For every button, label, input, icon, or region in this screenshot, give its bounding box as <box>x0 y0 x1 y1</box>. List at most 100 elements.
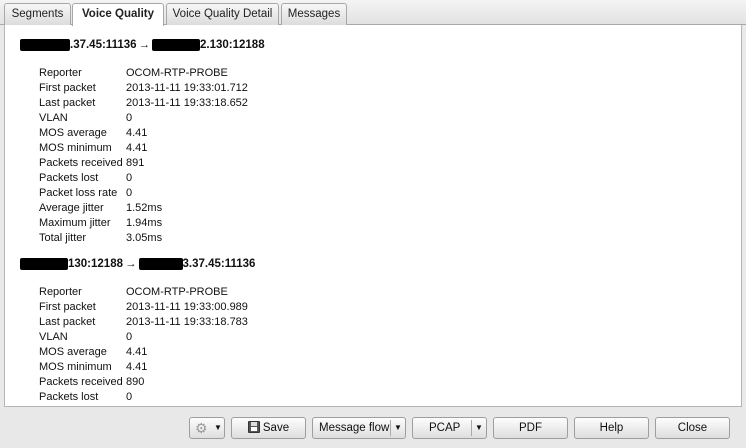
stat-label: First packet <box>39 82 96 94</box>
flow-stats: Reporter OCOM-RTP-PROBE First packet 2013-… <box>39 285 248 405</box>
redacted-address <box>138 258 183 270</box>
stat-row: Packets received 890 <box>39 375 248 390</box>
flow-destination: 2.130:12188 <box>200 39 265 51</box>
stat-value: 0 <box>126 112 133 124</box>
stat-label: Packets lost <box>39 172 99 184</box>
stat-row: MOS average 4.41 <box>39 126 248 141</box>
stat-label: MOS average <box>39 127 107 139</box>
stat-row: VLAN 0 <box>39 330 248 345</box>
flow-source: .37.45:11136 <box>70 39 137 51</box>
stat-value: 2013-11-11 19:33:01.712 <box>126 82 248 94</box>
stat-label: Average jitter <box>39 202 104 214</box>
stat-label: VLAN <box>39 112 68 124</box>
flow-destination: 3.37.45:11136 <box>182 258 256 270</box>
stat-label: Packets received <box>39 157 123 169</box>
tab-voice-quality[interactable]: Voice Quality <box>72 3 164 26</box>
redacted-address <box>152 39 201 51</box>
stat-row: Average jitter 1.52ms <box>39 201 248 216</box>
flow-title: 130:12188 → 3.37.45:11136 <box>20 258 255 270</box>
stat-value: 4.41 <box>126 346 148 358</box>
settings-menu-button[interactable]: ⚙ ▼ <box>189 417 225 439</box>
tab-bar: Segments Voice Quality Voice Quality Det… <box>0 0 746 26</box>
message-flow-button[interactable]: Message flow ▼ <box>312 417 406 439</box>
stat-label: Maximum jitter <box>39 217 111 229</box>
stat-row: Packets lost 0 <box>39 390 248 405</box>
stat-value: 890 <box>126 376 145 388</box>
stat-value: 2013-11-11 19:33:18.652 <box>126 97 248 109</box>
flow-source: 130:12188 <box>68 258 123 270</box>
message-flow-label: Message flow <box>319 422 390 434</box>
split-divider <box>471 420 472 436</box>
flow-arrow: → <box>138 39 151 51</box>
redacted-address <box>20 39 70 51</box>
tab-label: Voice Quality <box>81 8 154 20</box>
stat-label: Packets lost <box>39 391 99 403</box>
stat-value: 1.52ms <box>126 202 163 214</box>
stat-value: OCOM-RTP-PROBE <box>126 67 228 79</box>
stat-row: First packet 2013-11-11 19:33:00.989 <box>39 300 248 315</box>
stat-label: MOS minimum <box>39 142 112 154</box>
stat-label: Packets received <box>39 376 123 388</box>
help-label: Help <box>599 422 624 434</box>
tab-label: Messages <box>287 8 341 20</box>
tab-messages[interactable]: Messages <box>281 3 347 25</box>
stat-label: MOS minimum <box>39 361 112 373</box>
flow-arrow: → <box>125 258 137 270</box>
split-divider <box>390 420 391 436</box>
chevron-down-icon[interactable]: ▼ <box>394 418 402 438</box>
flow-stats: Reporter OCOM-RTP-PROBE First packet 2013-… <box>39 66 248 246</box>
stat-row: MOS minimum 4.41 <box>39 360 248 375</box>
stat-row: Packets received 891 <box>39 156 248 171</box>
stat-row: MOS minimum 4.41 <box>39 141 248 156</box>
pdf-button[interactable]: PDF <box>493 417 568 439</box>
stat-row: Last packet 2013-11-11 19:33:18.783 <box>39 315 248 330</box>
tab-label: Segments <box>11 8 64 20</box>
stat-value: 3.05ms <box>126 232 163 244</box>
stat-value: 4.41 <box>126 361 148 373</box>
gear-icon: ⚙ <box>195 420 208 436</box>
tab-segments[interactable]: Segments <box>4 3 71 25</box>
chevron-down-icon[interactable]: ▼ <box>475 418 483 438</box>
tab-label: Voice Quality Detail <box>172 8 273 20</box>
stat-value: 2013-11-11 19:33:18.783 <box>126 316 248 328</box>
stat-row: Reporter OCOM-RTP-PROBE <box>39 66 248 81</box>
voice-quality-panel[interactable]: .37.45:11136 → 2.130:12188 Reporter OCOM-… <box>4 25 742 407</box>
stat-value: 4.41 <box>126 142 148 154</box>
stat-label: First packet <box>39 301 96 313</box>
dialog-toolbar: ⚙ ▼ Save Message flow ▼ PCAP ▼ PDF Help … <box>0 407 746 448</box>
stat-row: Packet loss rate 0 <box>39 186 248 201</box>
chevron-down-icon: ▼ <box>214 423 222 432</box>
pcap-button[interactable]: PCAP ▼ <box>412 417 487 439</box>
save-button[interactable]: Save <box>231 417 306 439</box>
pcap-label: PCAP <box>429 422 461 434</box>
stat-row: Reporter OCOM-RTP-PROBE <box>39 285 248 300</box>
stat-label: Packet loss rate <box>39 187 118 199</box>
stat-row: Packets lost 0 <box>39 171 248 186</box>
flow-title: .37.45:11136 → 2.130:12188 <box>20 39 265 51</box>
stat-value: 0 <box>126 187 133 199</box>
stat-label: Last packet <box>39 97 96 109</box>
stat-row: First packet 2013-11-11 19:33:01.712 <box>39 81 248 96</box>
stat-value: 0 <box>126 331 133 343</box>
floppy-disk-icon <box>247 421 260 433</box>
stat-label: Total jitter <box>39 232 87 244</box>
stat-value: 4.41 <box>126 127 148 139</box>
stat-label: Last packet <box>39 316 96 328</box>
help-button[interactable]: Help <box>574 417 649 439</box>
stat-value: 2013-11-11 19:33:00.989 <box>126 301 248 313</box>
stat-label: Reporter <box>39 286 82 298</box>
stat-label: Reporter <box>39 67 82 79</box>
close-button[interactable]: Close <box>655 417 730 439</box>
stat-value: 0 <box>126 391 133 403</box>
redacted-address <box>20 258 68 270</box>
stat-label: MOS average <box>39 346 107 358</box>
stat-row: Maximum jitter 1.94ms <box>39 216 248 231</box>
save-label: Save <box>262 422 290 434</box>
stat-value: 1.94ms <box>126 217 163 229</box>
stat-value: 0 <box>126 172 133 184</box>
close-label: Close <box>677 422 708 434</box>
stat-label: VLAN <box>39 331 68 343</box>
tab-voice-quality-detail[interactable]: Voice Quality Detail <box>166 3 279 25</box>
stat-row: VLAN 0 <box>39 111 248 126</box>
stat-value: 891 <box>126 157 145 169</box>
